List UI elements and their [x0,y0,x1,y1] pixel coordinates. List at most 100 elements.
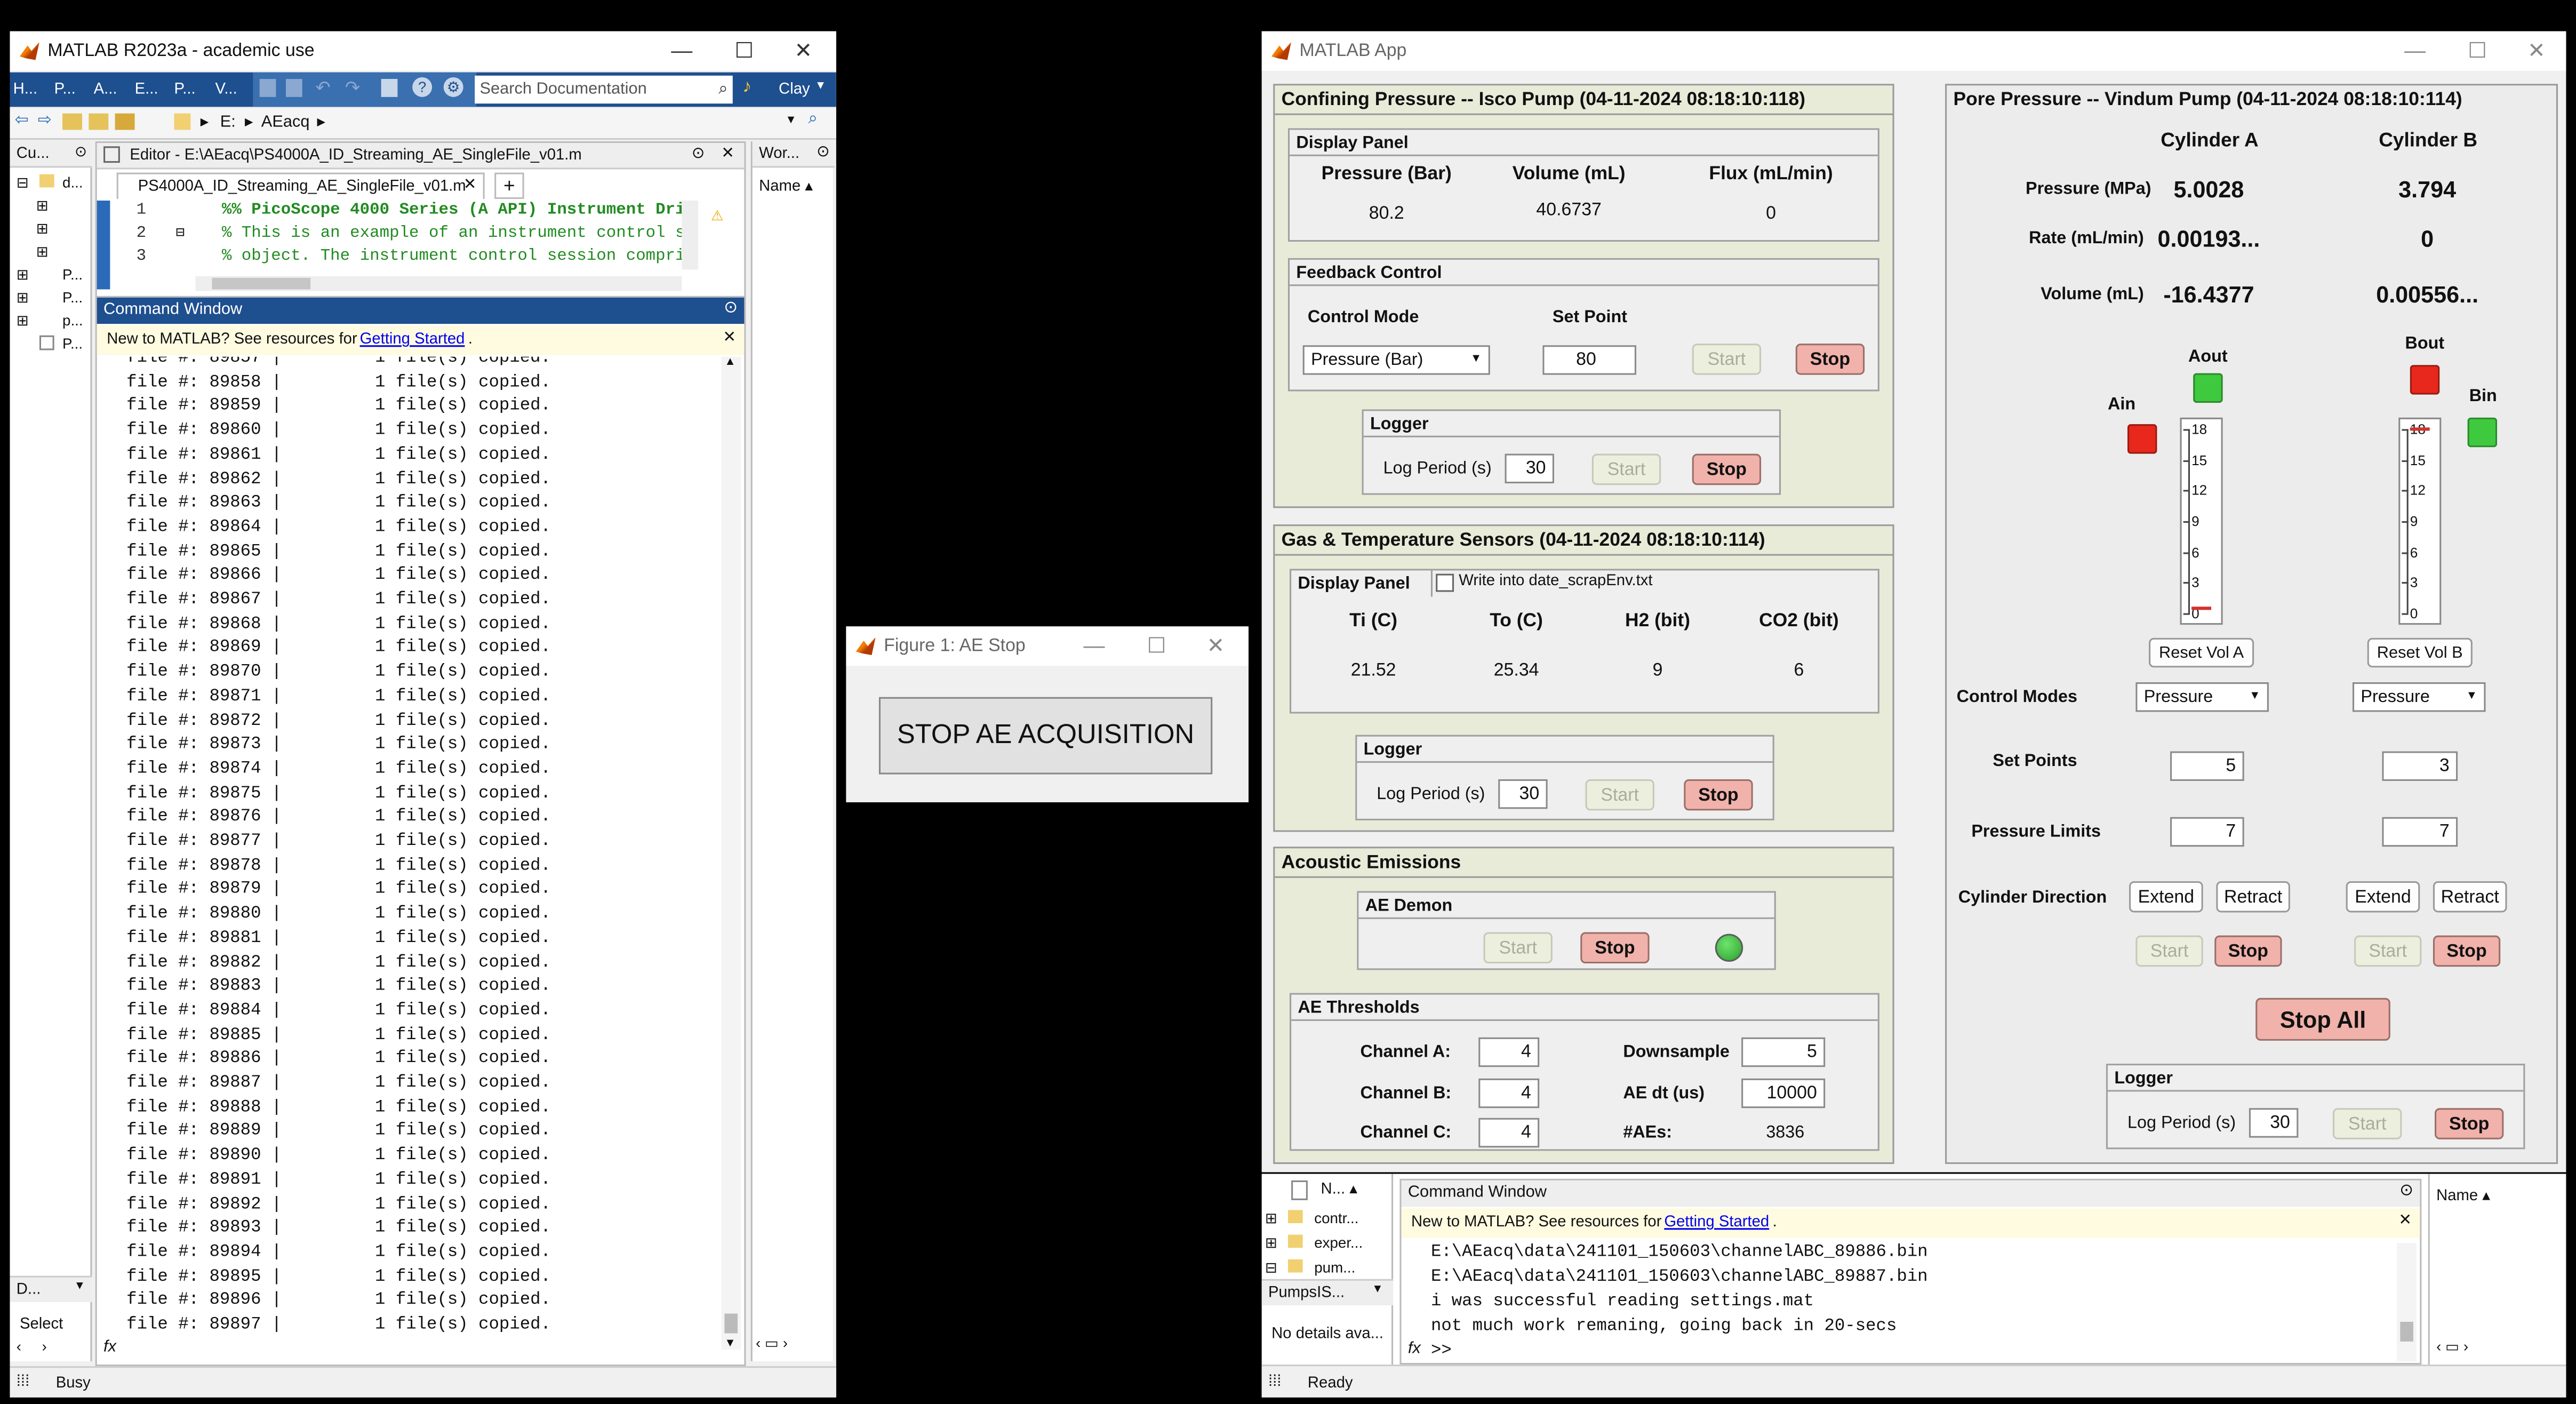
set-point-a-input[interactable]: 5 [2170,751,2244,781]
maximize-icon[interactable]: ☐ [2448,31,2507,71]
stop-all-button[interactable]: Stop All [2255,998,2390,1041]
getting-started-link[interactable]: Getting Started [360,330,465,348]
stop-ae-acquisition-button[interactable]: STOP AE ACQUISITION [878,697,1213,775]
folder-history-icon[interactable] [115,113,135,130]
warning-icon[interactable]: ⚠ [711,202,723,227]
logger-stop-button[interactable]: Stop [1684,779,1753,811]
settings-icon[interactable]: ⚙ [443,77,463,97]
tree-item[interactable]: d... [62,174,83,191]
code-scrollbar[interactable] [682,201,699,270]
chevron-down-icon[interactable]: ▼ [74,1281,85,1293]
ae-stop-button[interactable]: Stop [1580,932,1650,964]
tree-expand-icon[interactable]: ⊟ [17,174,29,193]
retract-a-button[interactable]: Retract [2216,881,2290,913]
redo-icon[interactable]: ↷ [345,77,360,99]
pressure-limit-a-input[interactable]: 7 [2170,817,2244,847]
scroll-arrows[interactable]: ‹ › [17,1338,47,1355]
log-period-input[interactable]: 30 [2249,1108,2299,1138]
logger-stop-button[interactable]: Stop [1692,453,1762,485]
tree-item[interactable]: contr... [1314,1210,1358,1226]
command-prompt[interactable]: >> [1431,1342,1452,1361]
set-point-input[interactable]: 80 [1542,345,1636,375]
close-icon[interactable]: ✕ [721,145,734,163]
maximize-icon[interactable]: ☐ [1127,626,1186,666]
tree-expand-icon[interactable]: ⊞ [36,220,49,238]
cylinder-a-stop-button[interactable]: Stop [2214,935,2282,967]
cylinder-a-start-button[interactable]: Start [2135,935,2203,967]
ae-dt-input[interactable]: 10000 [1741,1078,1826,1108]
tree-expand-icon[interactable]: ⊞ [1265,1210,1277,1228]
workspace-scroll[interactable]: ‹ ▭ › [756,1335,788,1353]
tab-home[interactable]: H... [13,81,38,99]
tree-item[interactable]: exper... [1314,1235,1363,1251]
notification-bell-icon[interactable]: ♪ [742,77,751,97]
copy-icon[interactable] [285,78,302,97]
minimize-icon[interactable]: — [2386,31,2445,71]
search-icon[interactable]: ⌕ [718,76,727,103]
tab-publish[interactable]: P... [174,81,196,99]
tree-item[interactable]: pum... [1314,1259,1355,1276]
maximize-icon[interactable]: ☐ [715,31,774,71]
control-mode-a-dropdown[interactable]: Pressure [2135,682,2269,712]
downsample-input[interactable]: 5 [1741,1037,1826,1067]
tree-expand-icon[interactable]: ⊞ [17,313,29,331]
folder-search-icon[interactable]: ⌕ [809,110,818,128]
tree-item[interactable]: P... [62,266,83,283]
tab-view[interactable]: V... [215,81,237,99]
panel-menu-icon[interactable]: ⊙ [692,145,705,163]
close-icon[interactable]: ✕ [774,31,833,71]
tab-editor[interactable]: E... [135,81,158,99]
tree-item[interactable]: P... [62,336,83,352]
panel-menu-icon[interactable]: ⊙ [2399,1182,2413,1200]
tree-expand-icon[interactable]: ⊞ [17,266,29,284]
up-folder-icon[interactable] [62,113,83,130]
help-icon[interactable]: ? [412,77,433,97]
hscrollbar[interactable] [195,276,682,291]
close-icon[interactable]: ✕ [1186,626,1245,666]
command-output[interactable]: file #: 89857 | 1 file(s) copied. file #:… [97,357,718,1337]
control-mode-b-dropdown[interactable]: Pressure [2352,682,2486,712]
set-point-b-input[interactable]: 3 [2382,751,2458,781]
control-mode-dropdown[interactable]: Pressure (Bar) [1302,345,1490,375]
logger-start-button[interactable]: Start [1585,779,1654,811]
print-icon[interactable] [381,78,398,97]
tab-apps[interactable]: A... [94,81,117,99]
reset-vol-a-button[interactable]: Reset Vol A [2149,637,2254,668]
tree-item[interactable]: P... [62,289,83,306]
new-tab-button[interactable]: + [494,172,524,199]
cylinder-b-start-button[interactable]: Start [2354,935,2422,967]
path-folder[interactable]: AEacq [261,114,310,132]
tree-expand-icon[interactable]: ⊟ [1265,1259,1277,1278]
logger-start-button[interactable]: Start [1591,453,1661,485]
logger-stop-button[interactable]: Stop [2435,1108,2504,1139]
fold-icon[interactable]: ⊟ [176,225,185,242]
log-period-input[interactable]: 30 [1498,779,1548,809]
cylinder-b-stop-button[interactable]: Stop [2433,935,2501,967]
channel-b-input[interactable]: 4 [1478,1078,1540,1108]
search-documentation-input[interactable]: Search Documentation ⌕ [475,75,733,104]
panel-menu-icon[interactable]: ⊙ [817,143,830,161]
feedback-stop-button[interactable]: Stop [1795,344,1865,375]
name-column-header[interactable]: Name ▴ [2436,1187,2490,1205]
command-scrollbar[interactable] [2397,1242,2417,1361]
channel-a-input[interactable]: 4 [1478,1037,1540,1067]
write-checkbox[interactable] [1436,573,1454,592]
extend-a-button[interactable]: Extend [2129,881,2203,913]
undo-icon[interactable]: ↶ [315,77,330,99]
path-drive[interactable]: E: [220,114,236,132]
feedback-start-button[interactable]: Start [1692,344,1762,375]
chevron-down-icon[interactable]: ▼ [1372,1284,1383,1296]
tree-expand-icon[interactable]: ⊞ [1265,1235,1277,1253]
tree-item[interactable]: p... [62,313,83,329]
editor-tab[interactable]: PS4000A_ID_Streaming_AE_SingleFile_v01.m… [116,172,485,199]
tree-expand-icon[interactable]: ⊞ [17,289,29,307]
browse-folder-icon[interactable] [89,113,109,130]
reset-vol-b-button[interactable]: Reset Vol B [2367,637,2473,668]
pressure-limit-b-input[interactable]: 7 [2382,817,2458,847]
close-icon[interactable]: ✕ [2507,31,2566,71]
log-period-input[interactable]: 30 [1505,453,1554,484]
close-banner-icon[interactable]: ✕ [723,329,736,347]
logger-start-button[interactable]: Start [2333,1108,2402,1139]
save-icon[interactable] [259,78,276,97]
command-scrollbar[interactable]: ▲ ▼ [721,356,741,1350]
